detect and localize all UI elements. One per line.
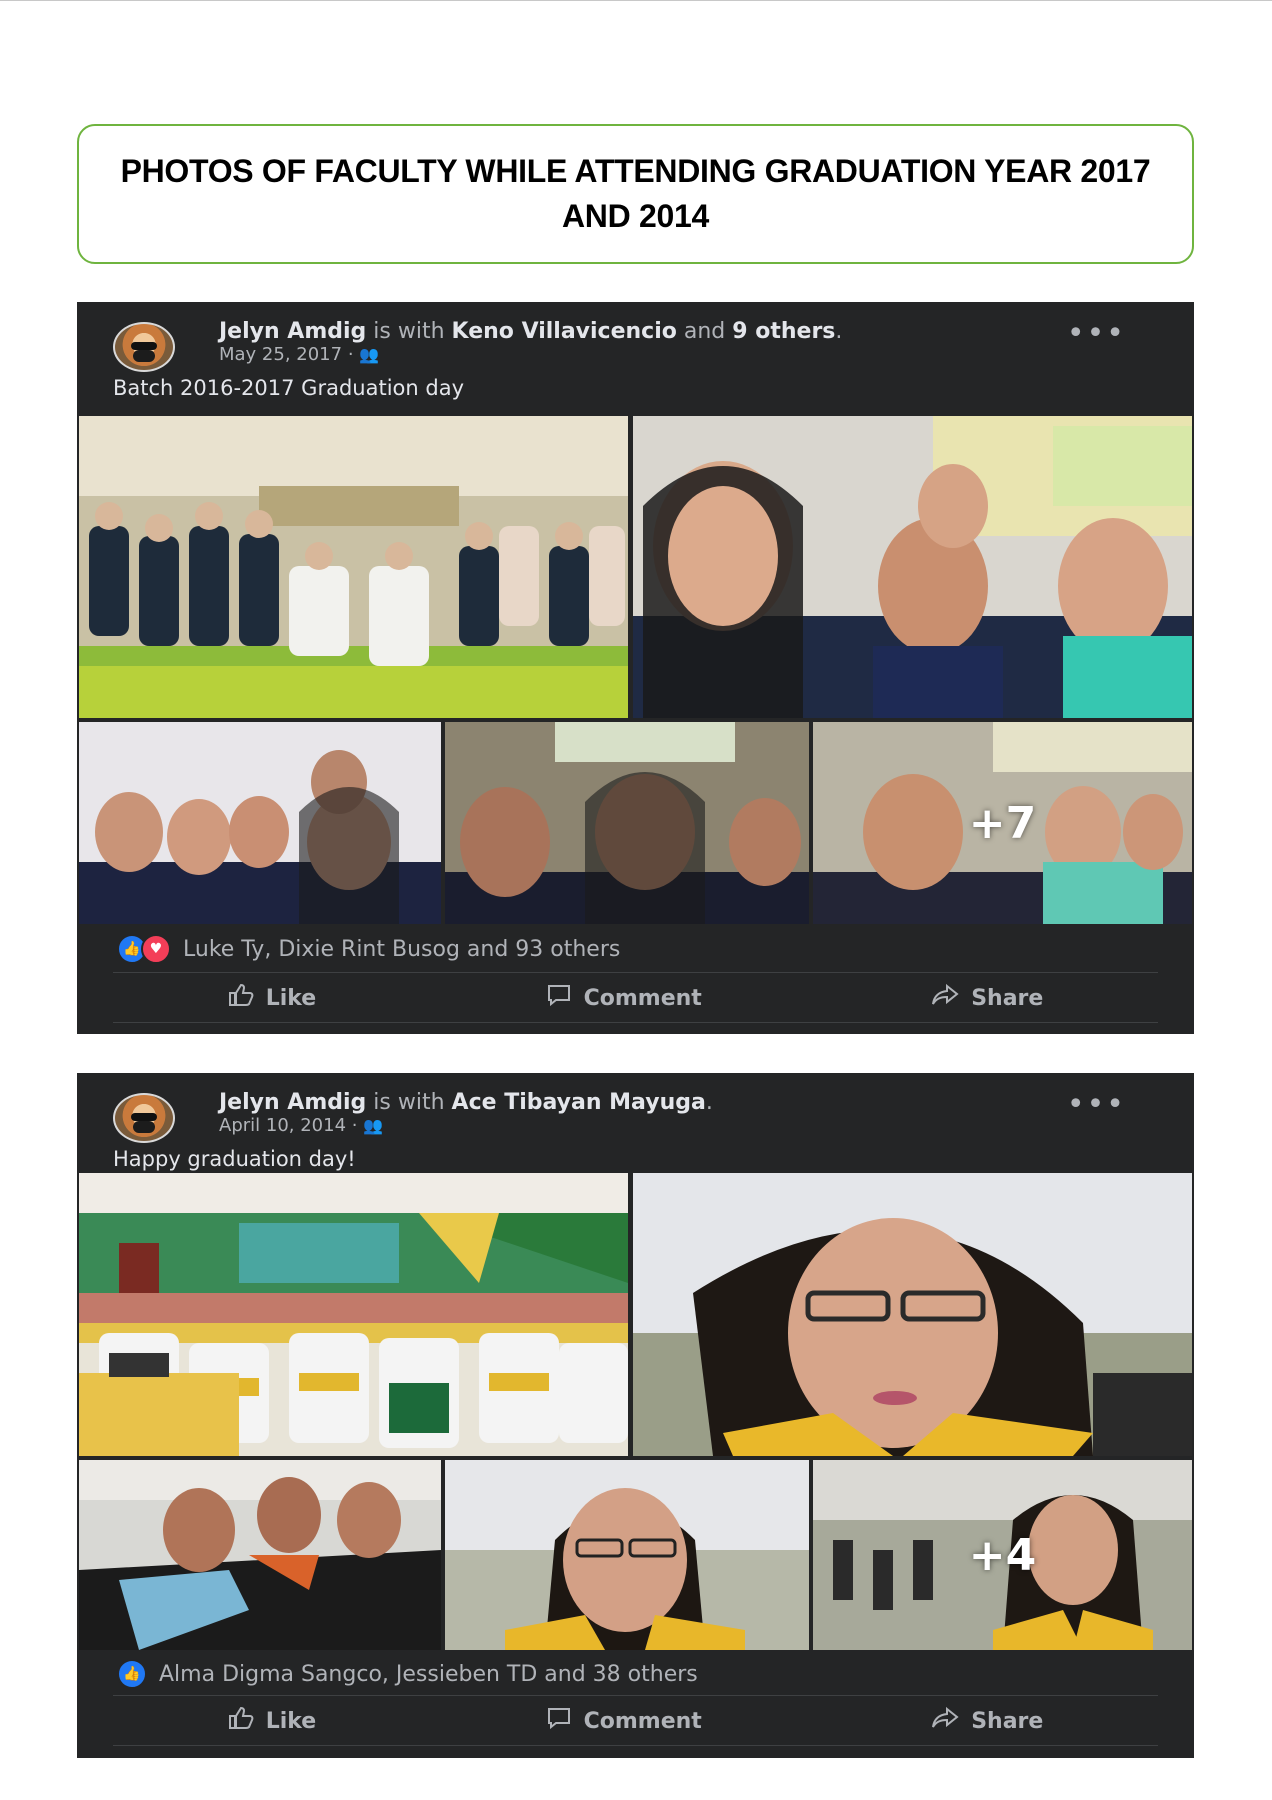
post-date[interactable]: April 10, 2014 ·	[219, 1115, 357, 1136]
author-avatar[interactable]	[113, 322, 175, 372]
author-avatar[interactable]	[113, 1093, 175, 1143]
like-label: Like	[265, 985, 317, 1011]
love-reaction-icon: ♥	[141, 934, 171, 964]
comment-icon	[546, 983, 572, 1013]
thumbs-up-icon	[228, 1706, 254, 1736]
friends-icon: 👥	[359, 345, 380, 364]
title-box: PHOTOS OF FACULTY WHILE ATTENDING GRADUA…	[77, 124, 1194, 264]
tagged-person[interactable]: Ace Tibayan Mayuga	[452, 1090, 706, 1115]
post-caption: Happy graduation day!	[113, 1147, 356, 1171]
comment-button[interactable]: Comment	[546, 983, 702, 1013]
share-button[interactable]: Share	[931, 983, 1043, 1013]
tagged-person[interactable]: Keno Villavicencio	[452, 319, 677, 344]
reactions-text: Luke Ty, Dixie Rint Busog and 93 others	[183, 936, 621, 962]
reactions-text: Alma Digma Sangco, Jessieben TD and 38 o…	[159, 1661, 698, 1687]
share-label: Share	[971, 1708, 1044, 1734]
photo-men-toga[interactable]	[79, 1460, 441, 1650]
like-label: Like	[265, 1708, 317, 1734]
post-caption: Batch 2016-2017 Graduation day	[113, 376, 464, 400]
photo-venue-chairs[interactable]	[79, 1173, 628, 1456]
share-label: Share	[971, 985, 1044, 1011]
comment-label: Comment	[583, 1708, 702, 1734]
like-button[interactable]: Like	[228, 983, 317, 1013]
like-button[interactable]: Like	[228, 1706, 317, 1736]
like-reaction-icon: 👍	[117, 1659, 147, 1689]
tagged-others-link[interactable]: 9 others	[732, 319, 835, 344]
and-text: and	[683, 319, 726, 344]
photo-more-overlay[interactable]: +7	[813, 722, 1192, 924]
action-divider	[113, 972, 1158, 973]
photo-more-overlay[interactable]: +4	[813, 1460, 1192, 1650]
reactions-summary[interactable]: 👍 ♥ Luke Ty, Dixie Rint Busog and 93 oth…	[117, 934, 620, 964]
photo-selfie-closeup[interactable]	[445, 1460, 809, 1650]
more-photos-count: +4	[968, 1529, 1037, 1581]
share-button[interactable]: Share	[931, 1706, 1043, 1736]
photo-group-stage[interactable]	[79, 416, 628, 718]
is-with-text: is with	[373, 319, 445, 344]
more-options-icon[interactable]: •••	[1067, 319, 1126, 349]
post-actions: Like Comment Share	[113, 1701, 1158, 1741]
post-header: Jelyn Amdig is with Keno Villavicencio a…	[219, 319, 843, 344]
share-icon	[931, 1706, 959, 1736]
post-actions: Like Comment Share	[113, 978, 1158, 1018]
comment-button[interactable]: Comment	[546, 1706, 702, 1736]
facebook-post-2017: Jelyn Amdig is with Keno Villavicencio a…	[77, 302, 1194, 1034]
photo-selfie-group-2[interactable]	[79, 722, 441, 924]
post-meta: May 25, 2017 · 👥	[219, 344, 379, 365]
post-header: Jelyn Amdig is with Ace Tibayan Mayuga.	[219, 1090, 713, 1115]
friends-icon: 👥	[363, 1116, 384, 1135]
author-name[interactable]: Jelyn Amdig	[219, 1090, 366, 1115]
post-meta: April 10, 2014 · 👥	[219, 1115, 383, 1136]
action-divider	[113, 1695, 1158, 1696]
more-options-icon[interactable]: •••	[1067, 1090, 1126, 1120]
facebook-post-2014: Jelyn Amdig is with Ace Tibayan Mayuga. …	[77, 1073, 1194, 1758]
photo-selfie-group-1[interactable]	[633, 416, 1192, 718]
post-date[interactable]: May 25, 2017 ·	[219, 344, 354, 365]
bottom-divider	[113, 1745, 1158, 1746]
more-photos-count: +7	[968, 797, 1037, 849]
page-title: PHOTOS OF FACULTY WHILE ATTENDING GRADUA…	[120, 153, 1151, 234]
reactions-summary[interactable]: 👍 Alma Digma Sangco, Jessieben TD and 38…	[117, 1659, 698, 1689]
author-name[interactable]: Jelyn Amdig	[219, 319, 366, 344]
comment-icon	[546, 1706, 572, 1736]
is-with-text: is with	[373, 1090, 445, 1115]
photo-selfie-group-3[interactable]	[445, 722, 809, 924]
share-icon	[931, 983, 959, 1013]
photo-selfie-portrait[interactable]	[633, 1173, 1192, 1456]
comment-label: Comment	[583, 985, 702, 1011]
thumbs-up-icon	[228, 983, 254, 1013]
bottom-divider	[113, 1022, 1158, 1023]
page-top-rule	[0, 0, 1272, 1]
